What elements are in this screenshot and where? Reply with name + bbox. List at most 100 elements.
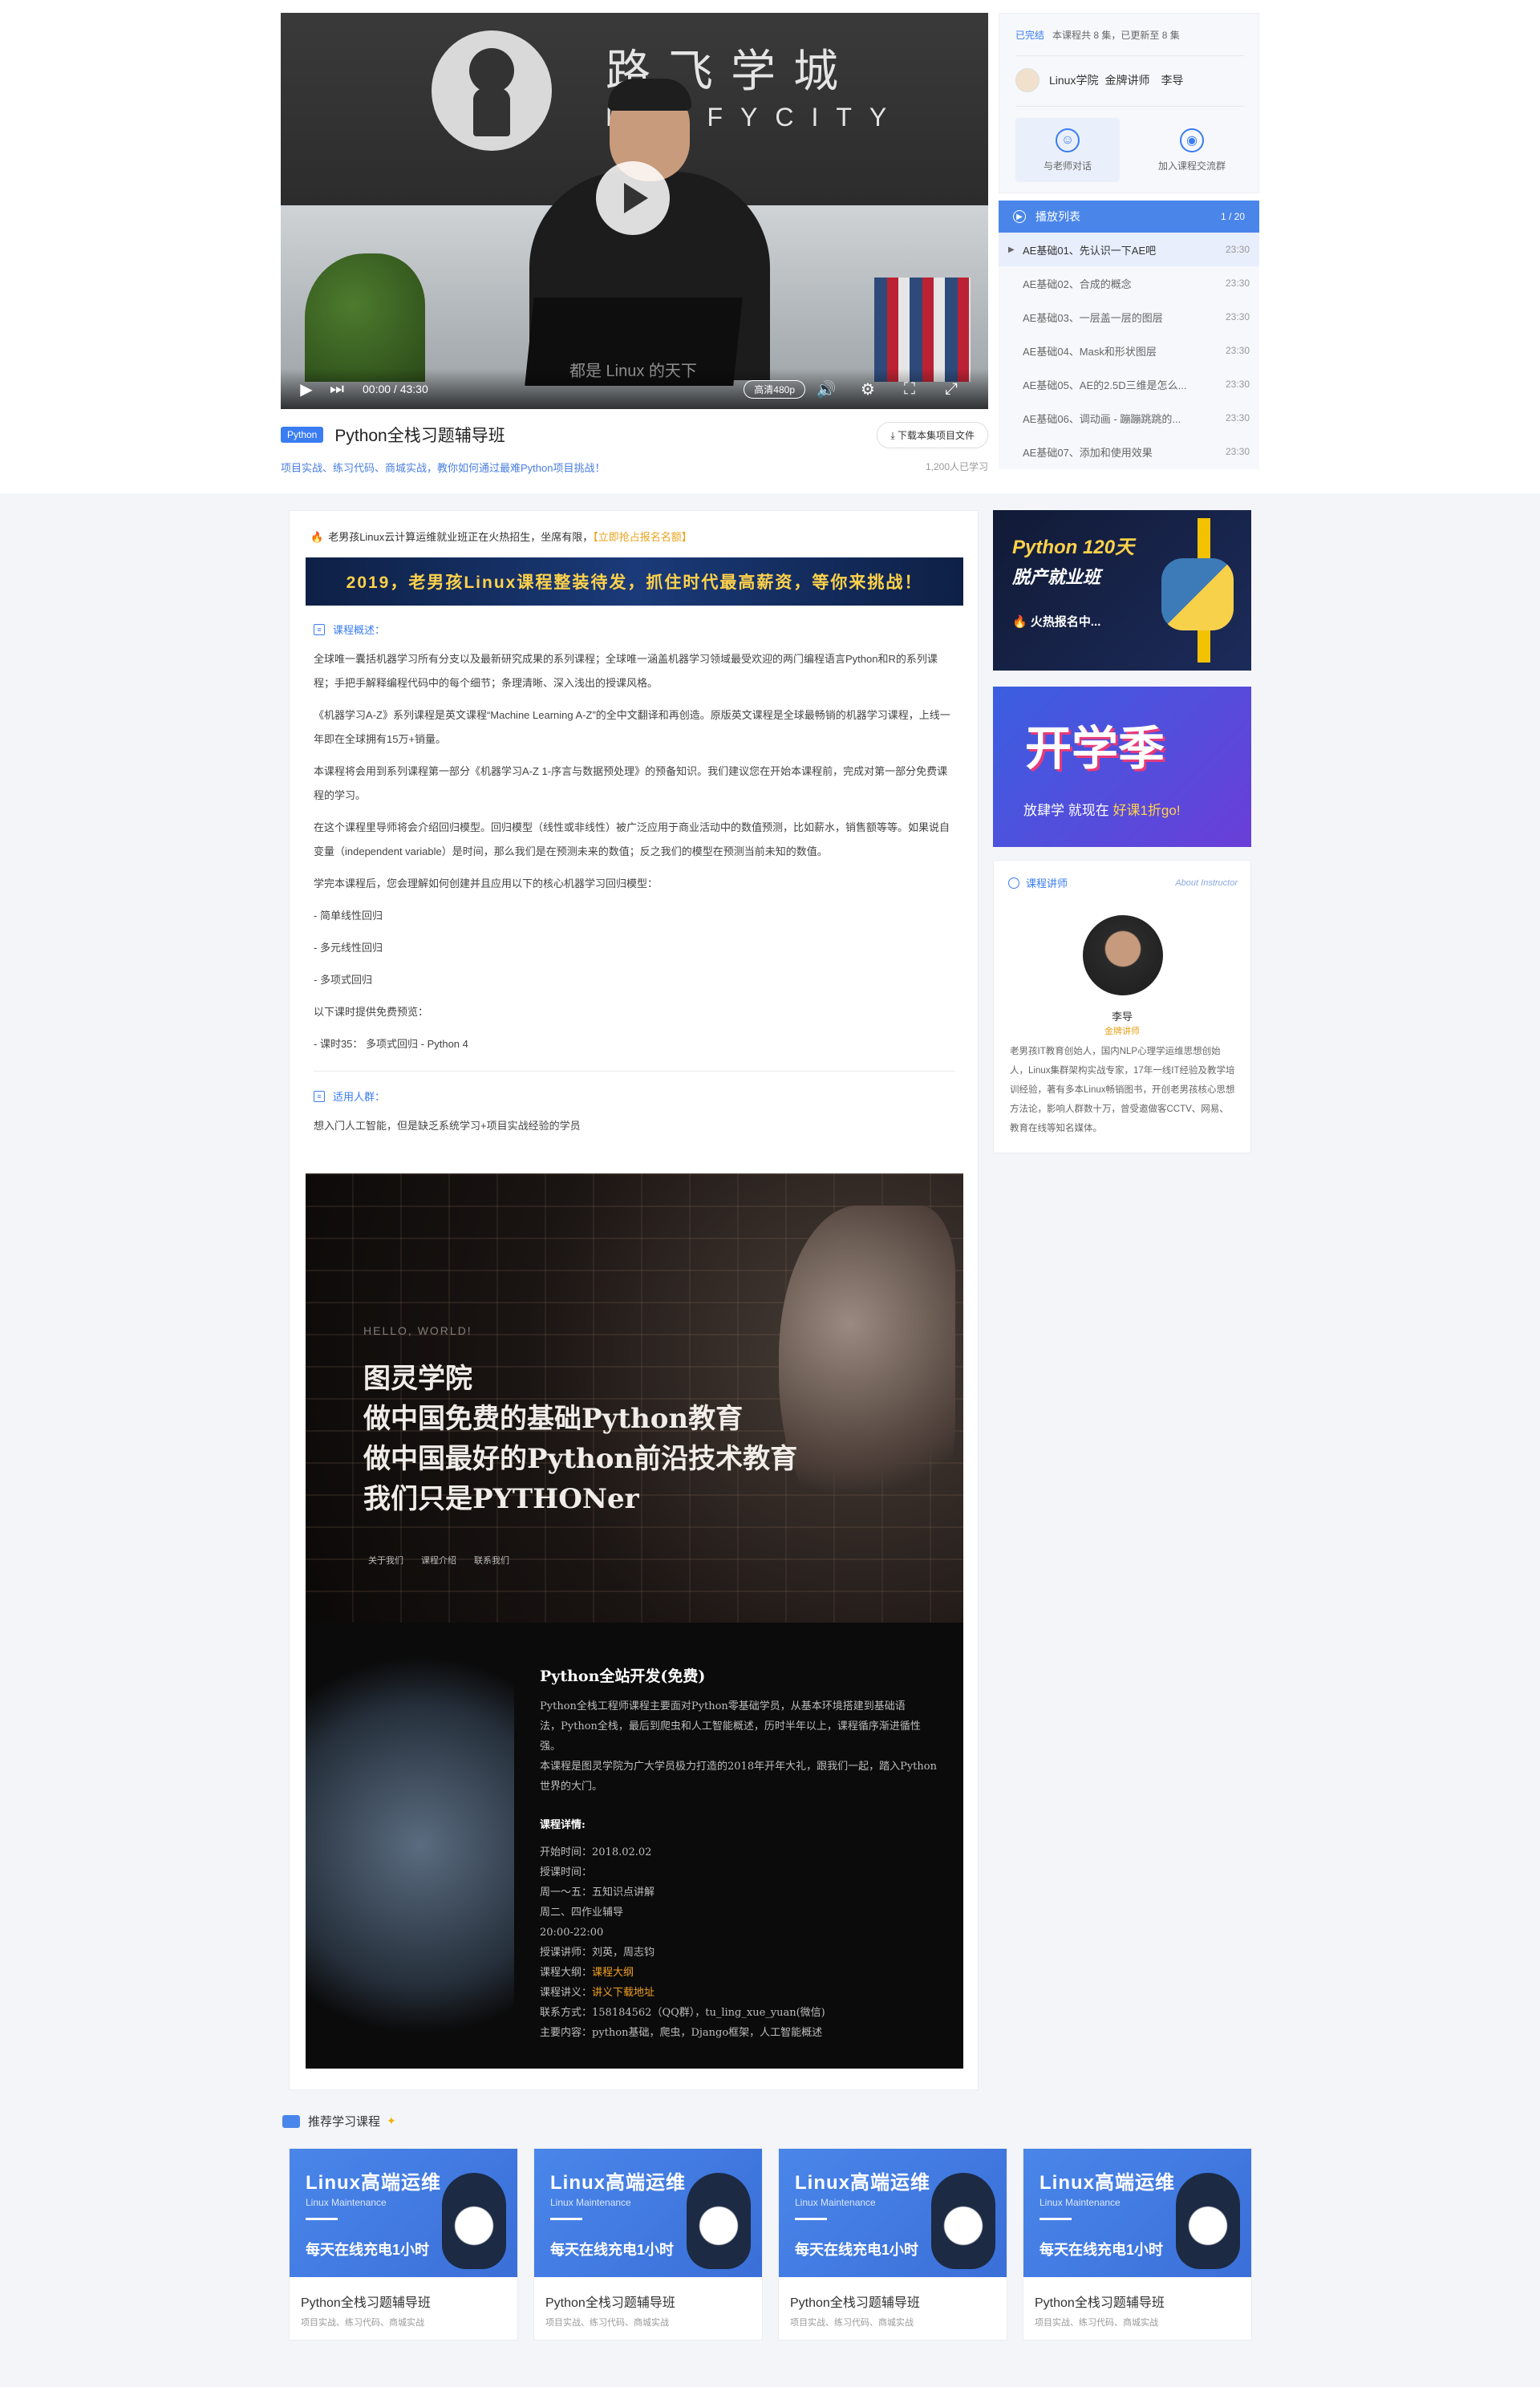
video-time: 00:00 / 43:30 — [363, 383, 428, 395]
playlist-item[interactable]: ▶ AE基础01、先认识一下AE吧 23:30 — [999, 233, 1259, 266]
widescreen-icon[interactable]: ⛶ — [900, 379, 919, 399]
poster-nav: 关于我们 课程介绍 联系我们 — [368, 1554, 509, 1566]
poster-content: 主要内容：python基础，爬虫，Django框架，人工智能概述 — [540, 2027, 823, 2039]
poster-detail-line: 开始时间：2018.02.02 — [540, 1846, 652, 1858]
settings-icon[interactable]: ⚙ — [858, 379, 877, 399]
card-img-slogan: 每天在线充电1小时 — [550, 2242, 675, 2258]
notice-text: 老男孩Linux云计算运维就业班正在火热招生，坐席有限， — [328, 531, 594, 543]
ad2-headline: 开学季 — [1025, 723, 1165, 775]
playlist-title: 播放列表 — [1035, 210, 1080, 223]
playlist-item-duration: 23:30 — [1225, 412, 1250, 424]
quality-select[interactable]: 高清480p — [744, 379, 805, 399]
card-title: Python全栈习题辅导班 — [301, 2296, 431, 2310]
poster-intro-line: 法，Python全栈，最后到爬虫和人工智能概述，历时半年以上，课程循序渐进循性 — [540, 1720, 921, 1732]
enroll-notice: 🔥 老男孩Linux云计算运维就业班正在火热招生，坐席有限，【立即抢占报名名额】 — [310, 529, 692, 544]
recommended-course-card[interactable]: Linux高端运维 Linux Maintenance 每天在线充电1小时 Pyth… — [289, 2148, 518, 2340]
overview-paragraph: 《机器学习A-Z》系列课程是英文课程“Machine Learning A-Z”… — [314, 709, 950, 745]
teacher-row[interactable]: Linux学院 金牌讲师 李导 — [1015, 68, 1183, 92]
plant-decoration — [305, 253, 425, 382]
join-group-label: 加入课程交流群 — [1157, 160, 1226, 172]
playlist-item-label: AE基础03、一层盖一层的图层 — [1023, 311, 1163, 324]
card-img-subtitle: Linux Maintenance — [550, 2197, 631, 2208]
instructor-photo — [1083, 915, 1163, 995]
penguin-icon — [931, 2173, 995, 2269]
recommended-heading: 推荐学习课程 ✦ — [282, 2113, 396, 2130]
play-icon[interactable]: ▶ — [297, 379, 316, 399]
poster-intro-line: Python全栈工程师课程主要面对Python零基础学员，从基本环境搭建到基础语 — [540, 1700, 906, 1712]
poster-detail-line: 20:00-22:00 — [540, 1927, 604, 1939]
poster-handout-link[interactable]: 讲义下载地址 — [592, 1987, 654, 1999]
playlist-item-label: AE基础02、合成的概念 — [1023, 278, 1132, 290]
playlist-icon: ▶ — [1013, 210, 1026, 223]
instructor-title: 课程讲师 — [1026, 877, 1068, 890]
status-text: 本课程共 8 集，已更新至 8 集 — [1052, 30, 1180, 41]
python-logo-icon — [1161, 558, 1234, 630]
download-button[interactable]: ⤓ 下载本集项目文件 — [877, 421, 988, 448]
enroll-link[interactable]: 【立即抢占报名名额】 — [593, 531, 692, 543]
overview-paragraph: 本课程将会用到系列课程第一部分《机器学习A-Z 1-序言与数据预处理》的预备知识… — [314, 765, 948, 801]
card-title: Python全栈习题辅导班 — [545, 2296, 675, 2310]
recommended-course-card[interactable]: Linux高端运维 Linux Maintenance 每天在线充电1小时 Pyth… — [1023, 2148, 1252, 2340]
course-tag: Python — [281, 427, 324, 443]
recommended-course-card[interactable]: Linux高端运维 Linux Maintenance 每天在线充电1小时 Pyth… — [778, 2148, 1007, 2340]
playlist-item[interactable]: AE基础06、调动画 - 蹦蹦跳跳的... 23:30 — [999, 401, 1259, 435]
playlist-item-label: AE基础07、添加和使用效果 — [1023, 446, 1153, 459]
ad1-line2: 脱产就业班 — [1012, 567, 1101, 587]
playlist-count: 1 / 20 — [1220, 211, 1245, 222]
instructor-bio: 老男孩IT教育创始人，国内NLP心理学运维思想创始人，Linux集群架构实战专家… — [1010, 1047, 1235, 1133]
audience-heading: ≡ 适用人群： — [314, 1088, 385, 1104]
recommended-course-card[interactable]: Linux高端运维 Linux Maintenance 每天在线充电1小时 Pyth… — [533, 2148, 763, 2340]
join-group-button[interactable]: ◉ 加入课程交流群 — [1140, 118, 1244, 182]
course-card-image: Linux高端运维 Linux Maintenance 每天在线充电1小时 — [290, 2149, 517, 2277]
card-title: Python全栈习题辅导班 — [1035, 2296, 1165, 2310]
playlist-item[interactable]: AE基础04、Mask和形状图层 23:30 — [999, 334, 1259, 367]
poster-intro-line: 强。 — [540, 1741, 561, 1753]
video-player[interactable]: 路飞学城 LUFFYCITY 都是 Linux 的天下 ▶ ⏭ 00:00 / … — [281, 13, 988, 409]
poster-nav-about[interactable]: 关于我们 — [368, 1554, 403, 1566]
big-play-button[interactable] — [596, 161, 670, 235]
preview-item: - 课时35： 多项式回归 - Python 4 — [314, 1038, 468, 1050]
card-img-slogan: 每天在线充电1小时 — [1040, 2242, 1164, 2258]
course-title: Python全栈习题辅导班 — [334, 427, 505, 445]
overview-paragraph: 学完本课程后，您会理解如何创建并且应用以下的核心机器学习回归模型： — [314, 877, 659, 890]
list-icon: ≡ — [314, 1090, 325, 1102]
poster-headline: 做中国免费的基础Python教育 — [363, 1403, 744, 1435]
audience-title: 适用人群： — [333, 1091, 386, 1103]
card-img-title: Linux高端运维 — [306, 2172, 441, 2194]
instructor-name: 李导 — [1111, 1011, 1133, 1023]
volume-icon[interactable]: 🔊 — [817, 379, 837, 399]
fullscreen-icon[interactable]: ⤢ — [942, 379, 961, 399]
overview-paragraph: 全球唯一囊括机器学习所有分支以及最新研究成果的系列课程；全球唯一涵盖机器学习领域… — [314, 653, 938, 689]
poster-nav-courses[interactable]: 课程介绍 — [421, 1554, 456, 1566]
python-bootcamp-ad[interactable]: Python 120天 脱产就业班 🔥 火热报名中... — [993, 510, 1251, 671]
overview-paragraph: 在这个课程里导师将会介绍回归模型。回归模型（线性或非线性）被广泛应用于商业活动中… — [314, 821, 950, 857]
card-img-slogan: 每天在线充电1小时 — [306, 2242, 430, 2258]
teacher-role: 金牌讲师 — [1104, 74, 1150, 87]
course-title-row: Python Python全栈习题辅导班 ⤓ 下载本集项目文件 — [281, 421, 988, 448]
course-card-image: Linux高端运维 Linux Maintenance 每天在线充电1小时 — [1023, 2149, 1251, 2277]
playlist-item-duration: 23:30 — [1225, 244, 1250, 255]
poster-nav-contact[interactable]: 联系我们 — [474, 1554, 509, 1566]
course-poster: HELLO, WORLD! 图灵学院 做中国免费的基础Python教育 做中国最… — [306, 1173, 963, 2069]
ad2-subline: 放肆学 就现在 好课1折go! — [1023, 799, 1181, 819]
card-img-subtitle: Linux Maintenance — [306, 2197, 387, 2208]
chat-with-teacher-button[interactable]: ☺ 与老师对话 — [1015, 118, 1120, 182]
playlist-item[interactable]: AE基础03、一层盖一层的图层 23:30 — [999, 300, 1259, 334]
playlist-item[interactable]: AE基础07、添加和使用效果 23:30 — [999, 435, 1259, 468]
poster-detail-line: 周二、四作业辅导 — [540, 1907, 624, 1919]
audience-text: 想入门人工智能，但是缺乏系统学习+项目实战经验的学员 — [314, 1120, 581, 1132]
next-icon[interactable]: ⏭ — [327, 379, 346, 399]
playlist: ▶ AE基础01、先认识一下AE吧 23:30 AE基础02、合成的概念 23:30 … — [999, 233, 1259, 469]
card-desc: 项目实战、练习代码、商城实战 — [790, 2318, 914, 2328]
ad1-line3: 🔥 火热报名中... — [1012, 613, 1100, 630]
playlist-item-duration: 23:30 — [1225, 345, 1250, 356]
chat-with-teacher-label: 与老师对话 — [1043, 160, 1092, 172]
back-to-school-ad[interactable]: 开学季 放肆学 就现在 好课1折go! — [993, 687, 1251, 847]
fire-icon: 🔥 — [310, 531, 324, 543]
promo-banner[interactable]: 2019，老男孩Linux课程整装待发，抓住时代最高薪资，等你来挑战！ — [306, 557, 963, 606]
poster-outline-link[interactable]: 课程大纲 — [592, 1967, 634, 1979]
playlist-item[interactable]: AE基础02、合成的概念 23:30 — [999, 266, 1259, 300]
sparkle-icon: ✦ — [387, 2114, 396, 2127]
playlist-item[interactable]: AE基础05、AE的2.5D三维是怎么... 23:30 — [999, 367, 1259, 401]
poster-section-title: Python全站开发(免费) — [540, 1668, 706, 1685]
